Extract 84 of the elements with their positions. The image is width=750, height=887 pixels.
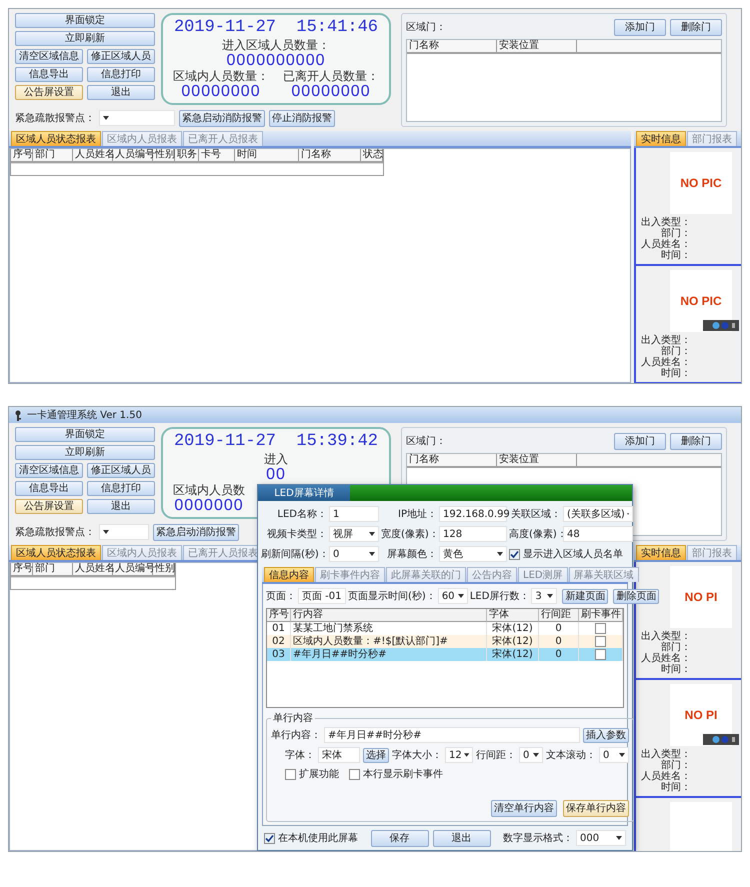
column-header: 人员姓名 [73,149,113,161]
info-label: 部门： [661,228,691,239]
field-label: 页面： [266,590,296,603]
info-label: 人员姓名： [641,357,691,368]
info-label: 时间： [661,250,691,261]
column-header: 职务 [175,149,199,161]
column-header: 安装位置 [497,40,577,52]
info-label: 出入类型： [641,335,691,346]
column-header: 门名称 [407,40,497,52]
info-label: 出入类型： [641,631,691,642]
column-header: 时间 [235,149,299,161]
clock-time: 2019-11-27 15:39:42 [174,432,378,452]
field-label: 紧急疏散报警点： [15,112,95,125]
field-label: 单行内容： [271,728,321,742]
checkbox-label: 显示进入区域人员名单 [523,548,623,561]
info-label: 部门： [661,642,691,653]
counter-label: 区域内人员数 [173,483,245,497]
column-header: 人员姓名 [73,563,113,575]
info-label: 时间： [661,664,691,675]
counter-value: 00000000 [291,83,371,100]
field-label: 屏幕颜色： [386,548,437,561]
column-header: 行间距 [539,609,579,622]
counter-label: 已离开人员数量： [283,69,379,83]
window-title: 一卡通管理系统 Ver 1.50 [27,408,142,422]
field-label: 文本滚动： [546,748,596,762]
counter-value: 00000000 [181,83,261,100]
info-label: 人员姓名： [641,239,691,250]
counter-value: 00 [266,466,286,483]
counter-value: 0000000000 [226,52,326,69]
column-header: 部门 [33,149,73,161]
field-label: 视频卡类型： [266,528,327,541]
column-header: 状态 [361,149,383,161]
column-header: 字体 [487,609,539,622]
column-header: 序号 [11,149,33,161]
field-label: LED屏行数： [470,590,530,603]
info-label: 人员姓名： [641,653,691,664]
counter-label: 进入区域人员数量： [222,38,330,52]
info-label: 部门： [661,346,691,357]
group-title: 单行内容 [272,712,314,725]
field-label: 高度(像素)： [509,528,561,541]
column-header: 序号 [11,563,33,575]
checkbox-label: 扩展功能 [299,768,339,781]
photo-box: NO PIC [670,270,732,332]
panel-label: 区域门： [406,434,446,448]
counter-label: 区域内人员数量： [173,69,269,83]
info-label: 出入类型： [641,749,691,760]
field-label: 关联区域： [510,508,561,521]
column-header: 卡号 [199,149,235,161]
column-header: 人员编号 [113,149,153,161]
field-label: LED名称： [276,508,327,521]
column-header: 门名称 [299,149,361,161]
dialog-title: LED屏幕详情 [258,485,350,501]
field-label: 字体： [285,748,315,762]
field-label: 行间距： [476,749,516,762]
field-label: 宽度(像素)： [381,528,437,541]
checkbox-label: 本行显示刷卡事件 [363,768,443,781]
info-label: 时间： [661,782,691,793]
field-label: 紧急疏散报警点： [15,526,95,539]
photo-box: NO PI [670,566,732,628]
field-label: 刷新间隔(秒)： [261,548,327,561]
column-header: 部门 [33,563,73,575]
field-label: IP地址： [397,508,437,521]
field-label: 数字显示格式： [503,832,573,845]
field-label: 字体大小： [392,748,442,762]
column-header: 门名称 [407,454,497,466]
field-label: 页面显示时间(秒)： [348,590,436,603]
column-header: 安装位置 [497,454,577,466]
photo-box: NO PI [670,684,732,746]
info-label: 部门： [661,760,691,771]
column-header: 性别 [153,149,175,161]
checkbox-label: 在本机使用此屏幕 [278,832,358,845]
column-header: 人员编号 [113,563,153,575]
info-label: 出入类型： [641,217,691,228]
info-label: 人员姓名： [641,771,691,782]
panel-label: 区域门： [406,20,446,34]
column-header: 刷卡事件 [579,609,623,622]
column-header: 序号 [267,609,291,622]
clock-time: 2019-11-27 15:41:46 [174,18,378,38]
info-label: 时间： [661,368,691,379]
column-header: 行内容 [291,609,487,622]
counter-value: 0000000 [174,497,244,514]
counter-label: 进入 [264,452,288,466]
photo-box: NO PIC [670,152,732,214]
column-header: 性别 [153,563,175,575]
